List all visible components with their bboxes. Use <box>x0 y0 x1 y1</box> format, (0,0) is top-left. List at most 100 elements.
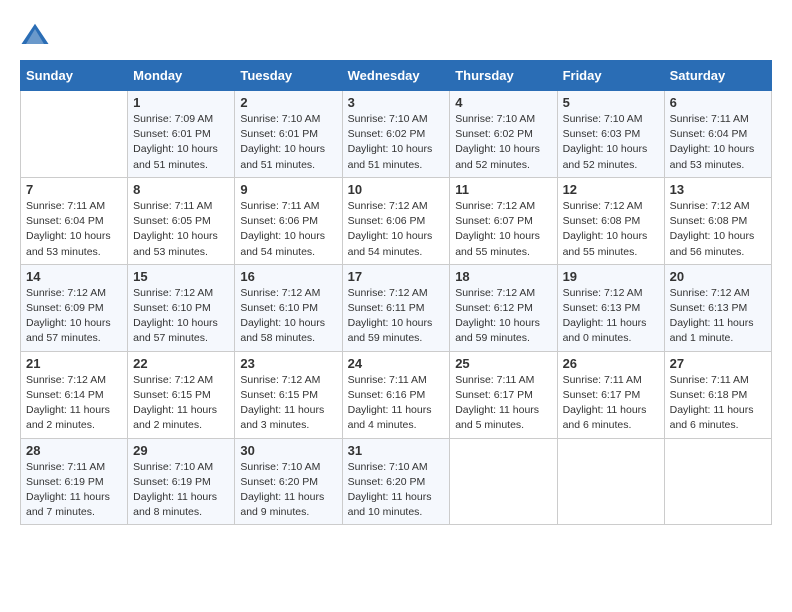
day-number: 1 <box>133 95 229 110</box>
day-number: 23 <box>240 356 336 371</box>
day-info: Sunrise: 7:12 AMSunset: 6:13 PMDaylight:… <box>563 286 659 347</box>
calendar-table: SundayMondayTuesdayWednesdayThursdayFrid… <box>20 60 772 525</box>
calendar-cell: 7 Sunrise: 7:11 AMSunset: 6:04 PMDayligh… <box>21 177 128 264</box>
day-info: Sunrise: 7:12 AMSunset: 6:15 PMDaylight:… <box>133 373 229 434</box>
calendar-cell: 3 Sunrise: 7:10 AMSunset: 6:02 PMDayligh… <box>342 91 450 178</box>
calendar-cell: 13 Sunrise: 7:12 AMSunset: 6:08 PMDaylig… <box>664 177 771 264</box>
calendar-cell: 14 Sunrise: 7:12 AMSunset: 6:09 PMDaylig… <box>21 264 128 351</box>
calendar-cell: 21 Sunrise: 7:12 AMSunset: 6:14 PMDaylig… <box>21 351 128 438</box>
day-number: 17 <box>348 269 445 284</box>
day-number: 25 <box>455 356 551 371</box>
day-info: Sunrise: 7:10 AMSunset: 6:02 PMDaylight:… <box>348 112 445 173</box>
weekday-header: Monday <box>128 61 235 91</box>
day-info: Sunrise: 7:11 AMSunset: 6:16 PMDaylight:… <box>348 373 445 434</box>
calendar-cell: 27 Sunrise: 7:11 AMSunset: 6:18 PMDaylig… <box>664 351 771 438</box>
day-info: Sunrise: 7:12 AMSunset: 6:06 PMDaylight:… <box>348 199 445 260</box>
logo <box>20 20 54 50</box>
calendar-cell: 23 Sunrise: 7:12 AMSunset: 6:15 PMDaylig… <box>235 351 342 438</box>
day-info: Sunrise: 7:12 AMSunset: 6:10 PMDaylight:… <box>240 286 336 347</box>
day-number: 3 <box>348 95 445 110</box>
day-info: Sunrise: 7:12 AMSunset: 6:07 PMDaylight:… <box>455 199 551 260</box>
day-info: Sunrise: 7:12 AMSunset: 6:14 PMDaylight:… <box>26 373 122 434</box>
day-info: Sunrise: 7:12 AMSunset: 6:10 PMDaylight:… <box>133 286 229 347</box>
day-number: 29 <box>133 443 229 458</box>
weekday-header: Sunday <box>21 61 128 91</box>
logo-icon <box>20 20 50 50</box>
day-info: Sunrise: 7:12 AMSunset: 6:09 PMDaylight:… <box>26 286 122 347</box>
calendar-week-row: 14 Sunrise: 7:12 AMSunset: 6:09 PMDaylig… <box>21 264 772 351</box>
day-number: 9 <box>240 182 336 197</box>
calendar-cell: 4 Sunrise: 7:10 AMSunset: 6:02 PMDayligh… <box>450 91 557 178</box>
calendar-cell: 16 Sunrise: 7:12 AMSunset: 6:10 PMDaylig… <box>235 264 342 351</box>
day-info: Sunrise: 7:12 AMSunset: 6:15 PMDaylight:… <box>240 373 336 434</box>
day-number: 11 <box>455 182 551 197</box>
day-info: Sunrise: 7:10 AMSunset: 6:20 PMDaylight:… <box>240 460 336 521</box>
day-number: 21 <box>26 356 122 371</box>
calendar-cell: 10 Sunrise: 7:12 AMSunset: 6:06 PMDaylig… <box>342 177 450 264</box>
calendar-cell: 29 Sunrise: 7:10 AMSunset: 6:19 PMDaylig… <box>128 438 235 525</box>
day-info: Sunrise: 7:12 AMSunset: 6:12 PMDaylight:… <box>455 286 551 347</box>
calendar-cell: 19 Sunrise: 7:12 AMSunset: 6:13 PMDaylig… <box>557 264 664 351</box>
day-number: 26 <box>563 356 659 371</box>
day-number: 20 <box>670 269 766 284</box>
weekday-header: Saturday <box>664 61 771 91</box>
calendar-cell: 1 Sunrise: 7:09 AMSunset: 6:01 PMDayligh… <box>128 91 235 178</box>
calendar-cell: 11 Sunrise: 7:12 AMSunset: 6:07 PMDaylig… <box>450 177 557 264</box>
day-info: Sunrise: 7:12 AMSunset: 6:08 PMDaylight:… <box>670 199 766 260</box>
calendar-cell: 5 Sunrise: 7:10 AMSunset: 6:03 PMDayligh… <box>557 91 664 178</box>
day-info: Sunrise: 7:11 AMSunset: 6:17 PMDaylight:… <box>563 373 659 434</box>
day-info: Sunrise: 7:09 AMSunset: 6:01 PMDaylight:… <box>133 112 229 173</box>
calendar-body: 1 Sunrise: 7:09 AMSunset: 6:01 PMDayligh… <box>21 91 772 525</box>
calendar-week-row: 21 Sunrise: 7:12 AMSunset: 6:14 PMDaylig… <box>21 351 772 438</box>
day-info: Sunrise: 7:10 AMSunset: 6:03 PMDaylight:… <box>563 112 659 173</box>
calendar-header: SundayMondayTuesdayWednesdayThursdayFrid… <box>21 61 772 91</box>
calendar-cell: 20 Sunrise: 7:12 AMSunset: 6:13 PMDaylig… <box>664 264 771 351</box>
day-info: Sunrise: 7:12 AMSunset: 6:11 PMDaylight:… <box>348 286 445 347</box>
calendar-cell <box>664 438 771 525</box>
day-info: Sunrise: 7:10 AMSunset: 6:02 PMDaylight:… <box>455 112 551 173</box>
day-info: Sunrise: 7:11 AMSunset: 6:06 PMDaylight:… <box>240 199 336 260</box>
day-number: 19 <box>563 269 659 284</box>
calendar-cell: 26 Sunrise: 7:11 AMSunset: 6:17 PMDaylig… <box>557 351 664 438</box>
header-row: SundayMondayTuesdayWednesdayThursdayFrid… <box>21 61 772 91</box>
calendar-cell <box>450 438 557 525</box>
calendar-cell: 2 Sunrise: 7:10 AMSunset: 6:01 PMDayligh… <box>235 91 342 178</box>
weekday-header: Wednesday <box>342 61 450 91</box>
day-number: 31 <box>348 443 445 458</box>
calendar-cell: 18 Sunrise: 7:12 AMSunset: 6:12 PMDaylig… <box>450 264 557 351</box>
day-info: Sunrise: 7:11 AMSunset: 6:18 PMDaylight:… <box>670 373 766 434</box>
day-number: 6 <box>670 95 766 110</box>
day-number: 10 <box>348 182 445 197</box>
header <box>20 20 772 50</box>
day-number: 22 <box>133 356 229 371</box>
weekday-header: Thursday <box>450 61 557 91</box>
weekday-header: Tuesday <box>235 61 342 91</box>
day-number: 15 <box>133 269 229 284</box>
calendar-cell: 24 Sunrise: 7:11 AMSunset: 6:16 PMDaylig… <box>342 351 450 438</box>
day-number: 24 <box>348 356 445 371</box>
day-number: 7 <box>26 182 122 197</box>
calendar-cell: 12 Sunrise: 7:12 AMSunset: 6:08 PMDaylig… <box>557 177 664 264</box>
calendar-week-row: 7 Sunrise: 7:11 AMSunset: 6:04 PMDayligh… <box>21 177 772 264</box>
day-number: 18 <box>455 269 551 284</box>
day-number: 28 <box>26 443 122 458</box>
calendar-cell <box>557 438 664 525</box>
calendar-week-row: 1 Sunrise: 7:09 AMSunset: 6:01 PMDayligh… <box>21 91 772 178</box>
calendar-cell: 6 Sunrise: 7:11 AMSunset: 6:04 PMDayligh… <box>664 91 771 178</box>
day-info: Sunrise: 7:11 AMSunset: 6:17 PMDaylight:… <box>455 373 551 434</box>
day-number: 2 <box>240 95 336 110</box>
calendar-week-row: 28 Sunrise: 7:11 AMSunset: 6:19 PMDaylig… <box>21 438 772 525</box>
day-number: 13 <box>670 182 766 197</box>
day-info: Sunrise: 7:11 AMSunset: 6:19 PMDaylight:… <box>26 460 122 521</box>
day-number: 4 <box>455 95 551 110</box>
day-number: 14 <box>26 269 122 284</box>
day-info: Sunrise: 7:10 AMSunset: 6:20 PMDaylight:… <box>348 460 445 521</box>
calendar-cell <box>21 91 128 178</box>
calendar-cell: 8 Sunrise: 7:11 AMSunset: 6:05 PMDayligh… <box>128 177 235 264</box>
day-info: Sunrise: 7:11 AMSunset: 6:05 PMDaylight:… <box>133 199 229 260</box>
day-info: Sunrise: 7:10 AMSunset: 6:19 PMDaylight:… <box>133 460 229 521</box>
day-info: Sunrise: 7:11 AMSunset: 6:04 PMDaylight:… <box>670 112 766 173</box>
day-number: 12 <box>563 182 659 197</box>
day-number: 16 <box>240 269 336 284</box>
day-info: Sunrise: 7:12 AMSunset: 6:13 PMDaylight:… <box>670 286 766 347</box>
